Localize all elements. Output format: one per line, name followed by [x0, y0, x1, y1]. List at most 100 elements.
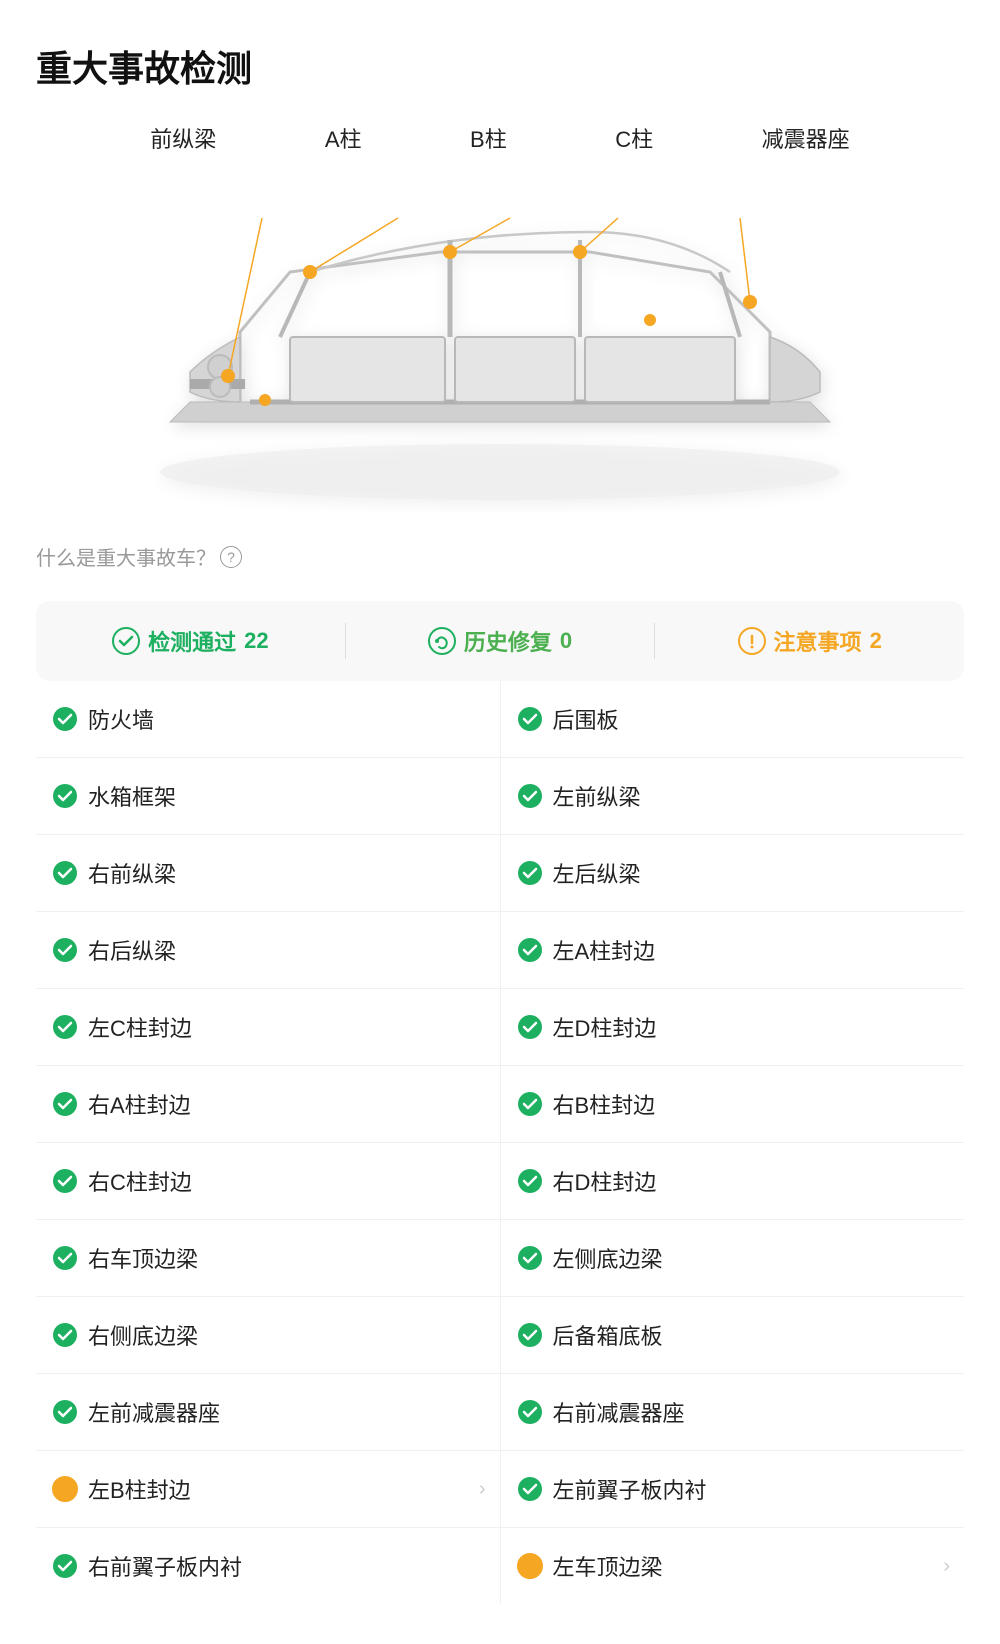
pass-icon	[517, 1168, 543, 1194]
items-row: 右后纵梁 左A柱封边	[36, 912, 964, 989]
item-cell-right: 右D柱封边	[500, 1143, 965, 1219]
pass-icon	[517, 860, 543, 886]
item-cell-left: 右前纵梁	[36, 835, 500, 911]
pass-icon	[52, 1322, 78, 1348]
info-link[interactable]: 什么是重大事故车？ ?	[36, 542, 964, 571]
items-row: 右A柱封边 右B柱封边	[36, 1066, 964, 1143]
item-text: 右A柱封边	[88, 1088, 191, 1120]
pass-icon	[517, 1322, 543, 1348]
pass-icon	[52, 1399, 78, 1425]
summary-repair-count: 0	[560, 628, 572, 654]
pass-icon	[52, 1091, 78, 1117]
item-cell-right: 左前纵梁	[500, 758, 965, 834]
items-row: 右前纵梁 左后纵梁	[36, 835, 964, 912]
item-cell-right: 左侧底边梁	[500, 1220, 965, 1296]
item-cell-right: 左A柱封边	[500, 912, 965, 988]
item-text: 防火墙	[88, 703, 154, 735]
label-czhu: C柱	[615, 122, 653, 154]
pass-icon	[52, 1014, 78, 1040]
item-text: 左D柱封边	[553, 1011, 657, 1043]
item-cell-left[interactable]: 左B柱封边›	[36, 1451, 500, 1527]
items-row: 防火墙 后围板	[36, 681, 964, 758]
summary-pass-label: 检测通过	[148, 625, 236, 657]
item-cell-right: 右B柱封边	[500, 1066, 965, 1142]
items-row: 左B柱封边› 左前翼子板内衬	[36, 1451, 964, 1528]
items-row: 水箱框架 左前纵梁	[36, 758, 964, 835]
label-bzhu: B柱	[470, 122, 507, 154]
item-text: 左C柱封边	[88, 1011, 192, 1043]
item-text: 右D柱封边	[553, 1165, 657, 1197]
label-azhu: A柱	[325, 122, 362, 154]
pass-icon	[52, 1168, 78, 1194]
item-cell-left: 防火墙	[36, 681, 500, 757]
pass-icon	[517, 1014, 543, 1040]
items-row: 右车顶边梁 左侧底边梁	[36, 1220, 964, 1297]
item-text: 左前纵梁	[553, 780, 641, 812]
car-diagram-wrapper: 前纵梁 A柱 B柱 C柱 减震器座	[36, 122, 964, 522]
pass-icon	[52, 706, 78, 732]
item-cell-right: 左前翼子板内衬	[500, 1451, 965, 1527]
page-container: 重大事故检测 前纵梁 A柱 B柱 C柱 减震器座	[0, 0, 1000, 1644]
item-text: 左前翼子板内衬	[553, 1473, 707, 1505]
item-cell-left: 右前翼子板内衬	[36, 1528, 500, 1604]
pass-icon	[52, 937, 78, 963]
item-cell-left: 左C柱封边	[36, 989, 500, 1065]
notice-icon	[52, 1476, 78, 1502]
pass-check-icon	[112, 627, 140, 655]
item-text: 右车顶边梁	[88, 1242, 198, 1274]
items-row: 右侧底边梁 后备箱底板	[36, 1297, 964, 1374]
pass-icon	[52, 783, 78, 809]
summary-repair-label: 历史修复	[464, 625, 552, 657]
summary-notice-label: 注意事项	[774, 625, 862, 657]
pass-icon	[517, 1245, 543, 1271]
item-text: 右B柱封边	[553, 1088, 656, 1120]
item-cell-left: 右C柱封边	[36, 1143, 500, 1219]
pass-icon	[517, 706, 543, 732]
item-cell-right: 左D柱封边	[500, 989, 965, 1065]
summary-bar: 检测通过 22 历史修复 0 注意事项 2	[36, 601, 964, 681]
item-text: 右C柱封边	[88, 1165, 192, 1197]
summary-notice-count: 2	[870, 628, 882, 654]
item-cell-right: 后围板	[500, 681, 965, 757]
item-cell-right: 左后纵梁	[500, 835, 965, 911]
item-cell-left: 水箱框架	[36, 758, 500, 834]
notice-icon	[738, 627, 766, 655]
item-text: 右侧底边梁	[88, 1319, 198, 1351]
item-cell-right[interactable]: 左车顶边梁 ›	[500, 1528, 965, 1604]
pass-icon	[52, 860, 78, 886]
item-text: 右前翼子板内衬	[88, 1550, 242, 1582]
pass-icon	[517, 1399, 543, 1425]
arrow-right-icon[interactable]: ›	[479, 1478, 486, 1501]
notice-icon	[517, 1553, 543, 1579]
items-row: 左C柱封边 左D柱封边	[36, 989, 964, 1066]
item-cell-right: 右前减震器座	[500, 1374, 965, 1450]
label-qianzongliang: 前纵梁	[150, 122, 216, 154]
item-text: 左车顶边梁	[553, 1550, 663, 1582]
item-text: 右前减震器座	[553, 1396, 685, 1428]
item-cell-left: 右后纵梁	[36, 912, 500, 988]
repair-icon	[428, 627, 456, 655]
label-zhenzuoqi: 减震器座	[762, 122, 850, 154]
item-cell-left: 左前减震器座	[36, 1374, 500, 1450]
question-mark-icon: ?	[220, 546, 242, 568]
item-text: 左后纵梁	[553, 857, 641, 889]
summary-pass-count: 22	[244, 628, 268, 654]
item-cell-left: 右侧底边梁	[36, 1297, 500, 1373]
item-text: 左侧底边梁	[553, 1242, 663, 1274]
arrow-right-icon[interactable]: ›	[943, 1555, 950, 1578]
item-text: 后备箱底板	[553, 1319, 663, 1351]
pass-icon	[517, 1476, 543, 1502]
items-row: 右C柱封边 右D柱封边	[36, 1143, 964, 1220]
pass-icon	[517, 1091, 543, 1117]
page-title: 重大事故检测	[36, 40, 964, 92]
pass-icon	[52, 1553, 78, 1579]
items-row: 左前减震器座 右前减震器座	[36, 1374, 964, 1451]
car-frame-svg	[90, 172, 910, 512]
item-text: 右前纵梁	[88, 857, 176, 889]
pass-icon	[517, 783, 543, 809]
item-text: 后围板	[553, 703, 619, 735]
item-cell-left: 右A柱封边	[36, 1066, 500, 1142]
items-row: 右前翼子板内衬 左车顶边梁 ›	[36, 1528, 964, 1604]
summary-notice: 注意事项 2	[655, 625, 964, 657]
item-text: 左A柱封边	[553, 934, 656, 966]
